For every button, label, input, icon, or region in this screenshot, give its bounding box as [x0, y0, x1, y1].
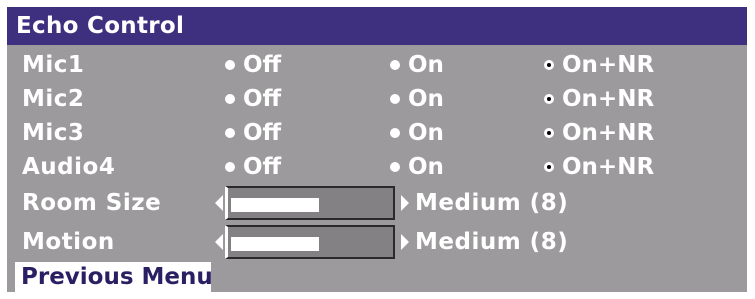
- mic3-on-nr-option[interactable]: On+NR: [544, 118, 654, 148]
- slider-fill: [231, 198, 319, 212]
- radio-icon: [225, 128, 235, 138]
- radio-icon: [225, 94, 235, 104]
- radio-selected-icon: [544, 60, 554, 70]
- mic3-off-option[interactable]: Off: [225, 118, 281, 148]
- mic3-label: Mic3: [22, 120, 85, 146]
- mic1-label: Mic1: [22, 52, 85, 78]
- radio-icon: [390, 128, 400, 138]
- panel-title: Echo Control: [7, 7, 747, 45]
- audio4-on-nr-option[interactable]: On+NR: [544, 152, 654, 182]
- motion-label: Motion: [22, 229, 115, 255]
- radio-icon: [390, 60, 400, 70]
- increase-arrow-icon[interactable]: [401, 234, 409, 250]
- audio4-on-option[interactable]: On: [390, 152, 444, 182]
- motion-slider[interactable]: Medium (8): [215, 224, 568, 260]
- mic1-on-nr-option[interactable]: On+NR: [544, 50, 654, 80]
- radio-icon: [225, 162, 235, 172]
- room-size-slider[interactable]: Medium (8): [215, 185, 568, 221]
- mic1-off-option[interactable]: Off: [225, 50, 281, 80]
- audio4-label: Audio4: [22, 154, 116, 180]
- echo-control-panel: Echo Control Mic1 Off On On+NR Mic2 Off …: [7, 7, 747, 292]
- radio-selected-icon: [544, 94, 554, 104]
- radio-icon: [225, 60, 235, 70]
- mic2-label: Mic2: [22, 86, 85, 112]
- room-size-value: Medium (8): [415, 190, 569, 216]
- audio4-off-option[interactable]: Off: [225, 152, 281, 182]
- room-size-label: Room Size: [22, 190, 162, 216]
- previous-menu-button[interactable]: Previous Menu: [15, 262, 213, 292]
- mic2-off-option[interactable]: Off: [225, 84, 281, 114]
- slider-track[interactable]: [225, 186, 395, 220]
- motion-value: Medium (8): [415, 229, 569, 255]
- increase-arrow-icon[interactable]: [401, 195, 409, 211]
- mic2-on-nr-option[interactable]: On+NR: [544, 84, 654, 114]
- mic3-on-option[interactable]: On: [390, 118, 444, 148]
- mic2-on-option[interactable]: On: [390, 84, 444, 114]
- radio-selected-icon: [544, 128, 554, 138]
- radio-icon: [390, 162, 400, 172]
- radio-icon: [390, 94, 400, 104]
- decrease-arrow-icon[interactable]: [215, 234, 223, 250]
- mic1-on-option[interactable]: On: [390, 50, 444, 80]
- decrease-arrow-icon[interactable]: [215, 195, 223, 211]
- slider-track[interactable]: [225, 225, 395, 259]
- slider-fill: [231, 237, 319, 251]
- radio-selected-icon: [544, 162, 554, 172]
